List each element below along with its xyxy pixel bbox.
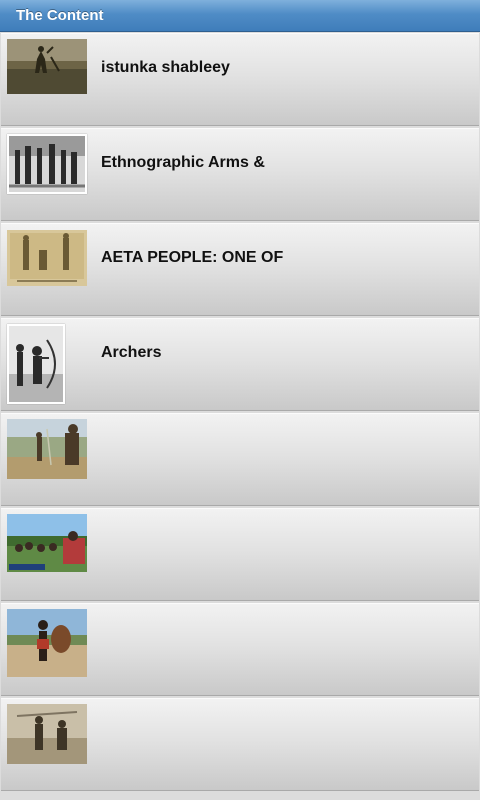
list-item[interactable] — [1, 508, 479, 601]
crowd-photo-icon — [7, 514, 87, 572]
item-title: Ethnographic Arms & — [101, 154, 265, 171]
list-item[interactable] — [1, 698, 479, 791]
list-item[interactable]: istunka shableey — [1, 33, 479, 126]
list-item[interactable]: Ethnographic Arms & — [1, 128, 479, 221]
warrior-photo-icon — [7, 609, 87, 677]
bw-group-photo-icon — [7, 134, 87, 194]
header-title: The Content — [16, 7, 104, 24]
list-item[interactable] — [1, 603, 479, 696]
item-title: Archers — [101, 344, 162, 361]
list-item[interactable]: AETA PEOPLE: ONE OF — [1, 223, 479, 316]
sepia-photo-icon — [7, 39, 87, 94]
content-list: istunka shableey Ethnographic Arms & AET… — [0, 33, 480, 793]
engraving-photo-icon — [7, 230, 87, 286]
list-item[interactable] — [1, 413, 479, 506]
app-header: The Content — [0, 0, 480, 32]
list-item[interactable]: Archers — [1, 318, 479, 411]
item-title: AETA PEOPLE: ONE OF — [101, 249, 284, 266]
item-title: istunka shableey — [101, 59, 230, 76]
vintage-photo-icon — [7, 704, 87, 764]
color-photo-icon — [7, 419, 87, 479]
archer-photo-icon — [7, 324, 65, 404]
